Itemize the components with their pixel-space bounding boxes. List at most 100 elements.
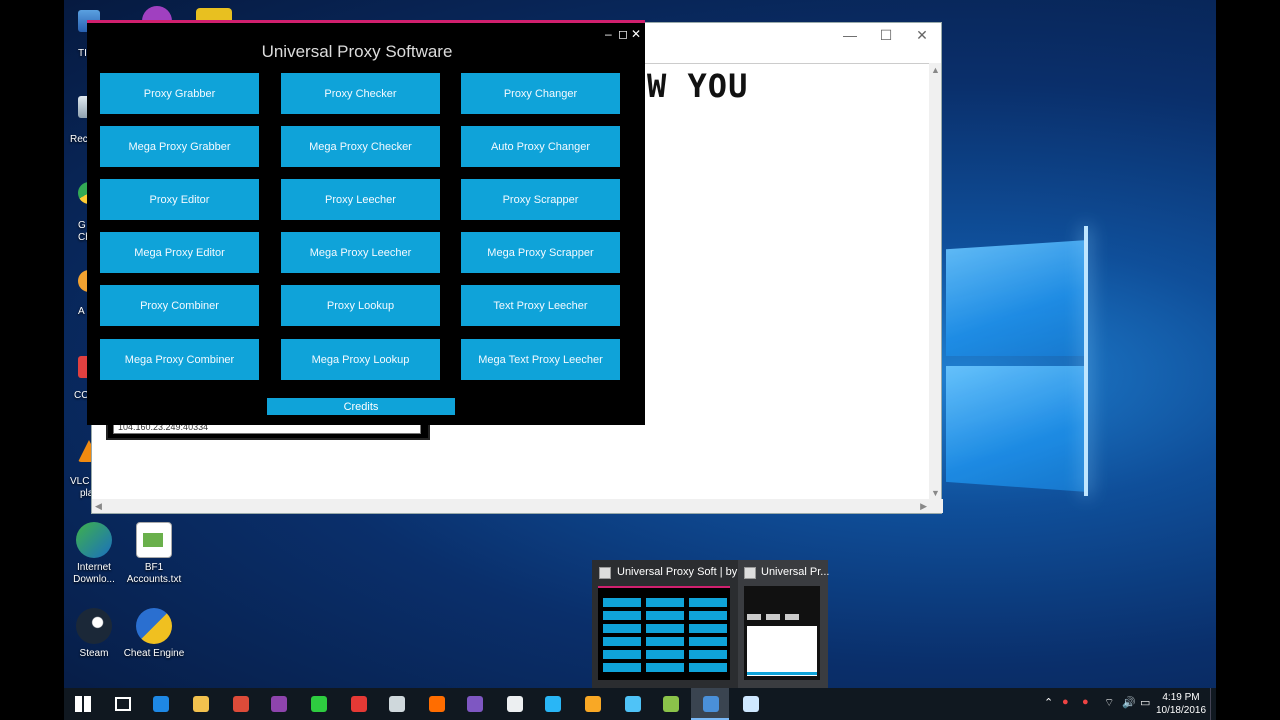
preview-mini-button [603,650,641,659]
proxy-button[interactable]: Proxy Changer [461,73,620,114]
proxy-button[interactable]: Proxy Grabber [100,73,259,114]
preview-thumbnail [598,586,730,680]
proxy-button[interactable]: Proxy Leecher [281,179,440,220]
volume-icon[interactable]: 🔊 [1122,696,1136,709]
scroll-up-icon[interactable]: ▲ [931,65,940,75]
file-explorer-icon[interactable] [190,693,212,715]
proxy-button[interactable]: Mega Proxy Leecher [281,232,440,273]
proxy-button[interactable]: Proxy Editor [100,179,259,220]
tray-app-icon[interactable]: ● [1082,696,1089,708]
app-red-icon[interactable] [348,693,370,715]
scroll-right-icon[interactable]: ▶ [920,501,927,512]
desktop-icon-label: Cheat Engine [123,648,185,659]
proxy-button[interactable]: Mega Proxy Lookup [281,339,440,380]
desktop-icon-bf1-accounts[interactable]: BF1 Accounts.txt [121,522,187,586]
preview-mini-button [689,637,727,646]
app-grey-icon[interactable] [504,693,526,715]
taskbar: ⌃ ● ● ⌔ 🔊 ▭ 4:19 PM 10/18/2016 [64,688,1216,720]
text-file-icon [136,522,172,558]
right-letterbox [1216,0,1280,720]
preview-mini-button [689,624,727,633]
scroll-left-icon[interactable]: ◀ [95,501,102,512]
preview-mini-button [646,624,684,633]
proxy-button[interactable]: Mega Text Proxy Leecher [461,339,620,380]
start-icon[interactable] [72,693,94,715]
preview-item-1[interactable]: Universal Proxy Soft | by ... [592,560,749,688]
desktop-icon-steam[interactable]: Steam [64,608,127,660]
desktop-icon-label: Accounts.txt [126,574,182,585]
scroll-down-icon[interactable]: ▼ [931,488,940,498]
proxy-button[interactable]: Text Proxy Leecher [461,285,620,326]
notepad-icon[interactable] [582,693,604,715]
desktop-icon-label: Downlo... [73,574,115,585]
universal-proxy-window[interactable]: Universal Proxy Software – ◻ ✕ Credits P… [87,20,645,425]
tray-app-icon[interactable]: ● [1062,696,1069,708]
minimize-button[interactable]: — [835,27,865,43]
app-plane2-icon[interactable] [622,693,644,715]
desktop-icon-idm[interactable]: Internet Downlo... [64,522,127,586]
preview-thumbnail [744,586,820,680]
cheat-engine-icon [136,608,172,644]
clock-date: 10/18/2016 [1155,705,1207,716]
proxy-button[interactable]: Proxy Combiner [100,285,259,326]
proxy-button[interactable]: Mega Proxy Grabber [100,126,259,167]
close-button[interactable]: ✕ [631,27,641,41]
chrome-icon[interactable] [230,693,252,715]
desktop-fragment-2: Rec [70,134,88,145]
app-orange-icon[interactable] [426,693,448,715]
preview-mini-button [646,650,684,659]
clock-time: 4:19 PM [1162,692,1200,703]
preview-mini-button [689,663,727,672]
keyboard-icon[interactable]: ▭ [1140,696,1150,709]
visual-studio-icon[interactable] [268,693,290,715]
desktop-icon-cheat-engine[interactable]: Cheat Engine [121,608,187,660]
preview-title: Universal Proxy Soft | by ... [617,566,750,578]
app-title: Universal Proxy Software [261,42,453,61]
proxy-button[interactable]: Mega Proxy Combiner [100,339,259,380]
proxy-button[interactable]: Mega Proxy Editor [100,232,259,273]
proxy-button[interactable]: Proxy Checker [281,73,440,114]
wifi-icon[interactable]: ⌔ [1104,696,1114,710]
preview-mini-button [646,637,684,646]
jd-icon[interactable] [308,693,330,715]
preview-item-2[interactable]: Universal Pr... [738,560,829,688]
proxy-button[interactable]: Proxy Lookup [281,285,440,326]
desktop: TI Rec G Ch A CC VLC pla Internet Downlo… [64,0,1216,720]
preview-mini-button [646,611,684,620]
horizontal-scrollbar[interactable]: ◀ ▶ [92,499,943,513]
maximize-button[interactable]: ◻ [618,27,628,41]
proxy-button[interactable]: Proxy Scrapper [461,179,620,220]
maximize-button[interactable]: ☐ [871,27,901,44]
proxy-button[interactable]: Mega Proxy Scrapper [461,232,620,273]
proxy-button[interactable]: Mega Proxy Checker [281,126,440,167]
preview-mini-button [646,663,684,672]
preview-mini-button [689,598,727,607]
show-desktop-button[interactable] [1210,688,1216,720]
edge-icon[interactable] [150,693,172,715]
desktop-icon-label: Steam [79,648,109,659]
taskbar-preview[interactable]: Universal Proxy Soft | by ... Universal … [592,560,829,688]
clock[interactable]: 4:19 PM 10/18/2016 [1155,691,1207,717]
vertical-scrollbar[interactable]: ▲ ▼ [929,63,941,500]
app-paper-icon[interactable] [740,693,762,715]
close-button[interactable]: ✕ [907,27,937,44]
chevron-up-icon[interactable]: ⌃ [1044,696,1053,709]
desktop-fragment-5: A [78,306,85,317]
proxy-button[interactable]: Auto Proxy Changer [461,126,620,167]
preview-mini-button [689,611,727,620]
app-blue-icon[interactable] [542,693,564,715]
preview-mini-button [603,663,641,672]
app-plane-icon[interactable] [386,693,408,715]
universal-proxy-icon[interactable] [700,693,722,715]
app-notepad-icon[interactable] [660,693,682,715]
app-dp-icon[interactable] [464,693,486,715]
preview-mini-button [646,598,684,607]
logo-light-beam [1084,226,1088,496]
desktop-fragment-1: TI [78,48,87,59]
app-icon [744,567,756,579]
preview-mini-button [603,598,641,607]
credits-button[interactable]: Credits [267,398,455,415]
task-view-icon[interactable] [112,693,134,715]
minimize-button[interactable]: – [605,27,612,41]
app-icon [599,567,611,579]
